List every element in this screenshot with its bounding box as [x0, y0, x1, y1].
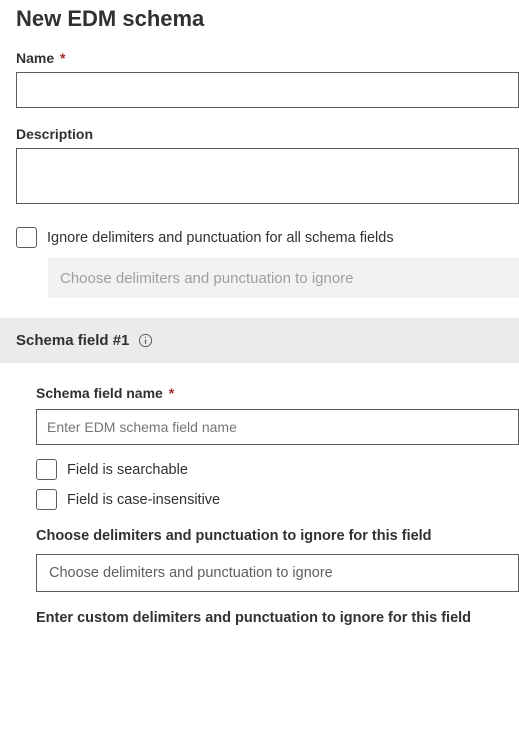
description-textarea[interactable] [16, 148, 519, 204]
description-label: Description [16, 126, 519, 142]
ignore-all-dropdown: Choose delimiters and punctuation to ign… [48, 258, 519, 298]
ignore-all-label: Ignore delimiters and punctuation for al… [47, 230, 394, 246]
field-searchable-checkbox[interactable] [36, 459, 57, 480]
schema-field-name-input[interactable] [36, 409, 519, 445]
schema-field-name-required-indicator: * [169, 385, 174, 401]
field-searchable-label: Field is searchable [67, 462, 188, 478]
name-label: Name * [16, 50, 519, 66]
schema-field-header-title: Schema field #1 [16, 332, 129, 349]
custom-delimiters-label: Enter custom delimiters and punctuation … [36, 610, 519, 626]
schema-field-header: Schema field #1 [0, 318, 519, 363]
ignore-all-dropdown-placeholder: Choose delimiters and punctuation to ign… [60, 270, 354, 287]
field-case-insensitive-checkbox[interactable] [36, 489, 57, 510]
field-case-insensitive-label: Field is case-insensitive [67, 492, 220, 508]
choose-delimiters-dropdown[interactable]: Choose delimiters and punctuation to ign… [36, 554, 519, 592]
schema-field-name-label: Schema field name * [36, 385, 519, 401]
choose-delimiters-placeholder: Choose delimiters and punctuation to ign… [49, 565, 333, 581]
info-icon[interactable] [137, 333, 153, 349]
schema-field-name-label-text: Schema field name [36, 385, 163, 401]
page-title: New EDM schema [16, 6, 519, 32]
name-input[interactable] [16, 72, 519, 108]
name-label-text: Name [16, 50, 54, 66]
name-required-indicator: * [60, 50, 65, 66]
ignore-all-checkbox[interactable] [16, 227, 37, 248]
choose-delimiters-label: Choose delimiters and punctuation to ign… [36, 528, 519, 544]
